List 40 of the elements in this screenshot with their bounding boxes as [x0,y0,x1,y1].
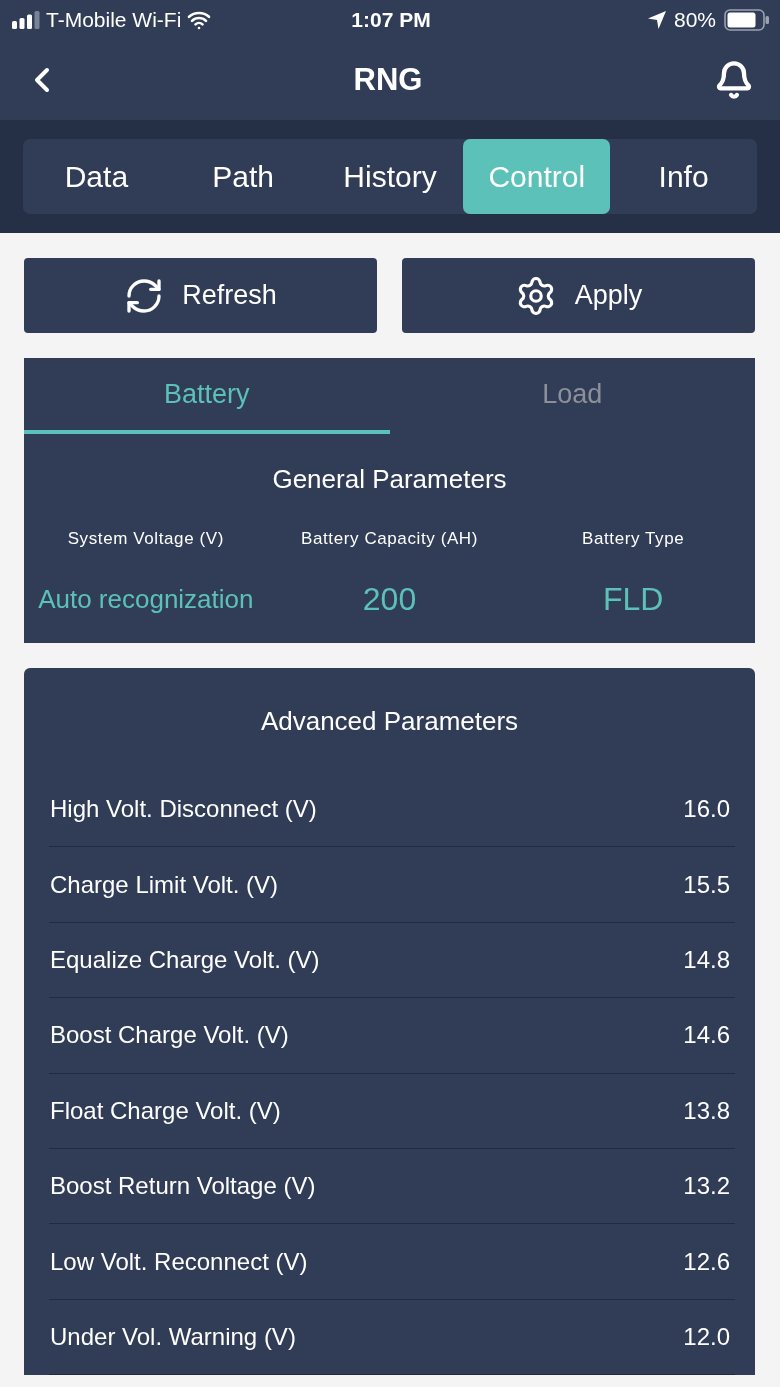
parameter-label: Charge Limit Volt. (V) [50,870,279,899]
parameter-label: Equalize Charge Volt. (V) [50,945,320,974]
clock-time: 1:07 PM [351,8,431,32]
bell-icon [714,60,754,100]
parameter-value[interactable]: 14.8 [683,945,730,974]
parameter-label: Float Charge Volt. (V) [50,1096,281,1125]
nav-tab[interactable]: Path [169,139,317,214]
parameter-label: Low Volt. Reconnect (V) [50,1247,308,1276]
parameter-label: System Voltage (V) [66,528,225,550]
battery-percentage: 80% [673,8,716,32]
parameter-label: Battery Capacity (AH) [300,528,479,550]
parameter-value[interactable]: Auto recognization [24,581,268,617]
screen-title: RNG [353,62,423,98]
section-title: Advanced Parameters [259,705,520,736]
parameter-value[interactable]: 12.6 [683,1247,730,1276]
parameter-label: High Volt. Disconnect (V) [50,795,317,824]
parameter-label: Boost Return Voltage (V) [50,1172,316,1201]
notification-button[interactable] [714,60,754,100]
parameter-value[interactable]: 15.5 [683,870,730,899]
parameter-value[interactable]: 13.2 [683,1172,730,1201]
nav-tab[interactable]: Data [23,139,170,214]
parameter-value[interactable]: 16.0 [683,795,730,824]
parameter-value[interactable]: 14.6 [683,1021,730,1050]
nav-tab[interactable]: Info [610,139,757,214]
carrier-name: T-Mobile Wi-Fi [46,8,182,32]
location-arrow-icon [647,11,666,29]
parameter-label: Under Vol. Warning (V) [50,1322,296,1351]
nav-tab[interactable]: History [316,139,464,214]
parameter-label: Boost Charge Volt. (V) [50,1021,289,1050]
settings-tab[interactable]: Battery [24,358,390,434]
parameter-label: Battery Type [581,528,686,550]
parameter-value[interactable]: 200 [267,581,512,617]
parameter-value[interactable]: 12.0 [683,1322,730,1351]
refresh-button[interactable]: Refresh [24,258,377,333]
apply-button[interactable]: Apply [402,258,755,333]
battery-icon [724,9,770,31]
parameter-value[interactable]: FLD [511,581,755,617]
section-title: General Parameters [271,463,508,494]
parameter-value[interactable]: 13.8 [683,1096,730,1125]
signal-icon [12,11,40,29]
